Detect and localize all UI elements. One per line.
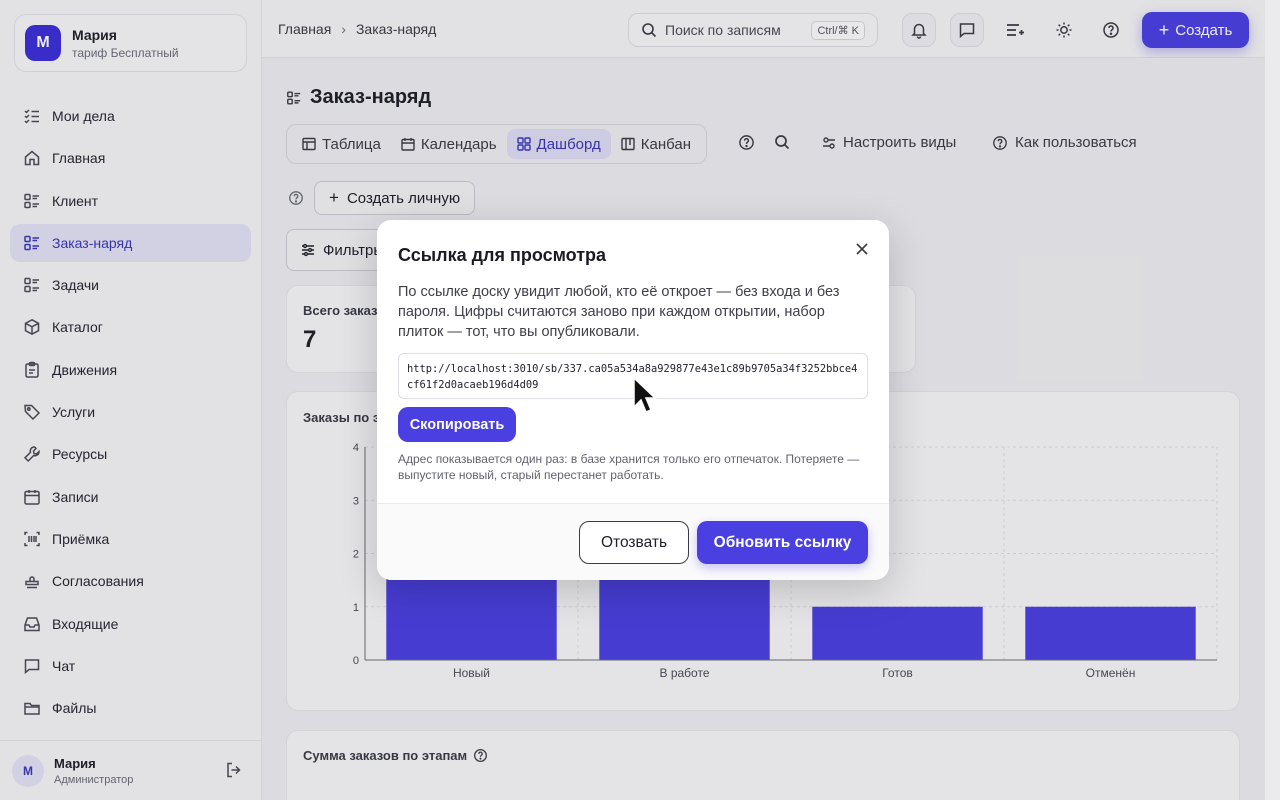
mouse-cursor-icon — [633, 377, 657, 413]
dialog-title: Ссылка для просмотра — [398, 245, 607, 265]
dialog-note: Адрес показывается один раз: в базе хран… — [398, 452, 860, 482]
copy-button[interactable]: Скопировать — [398, 407, 516, 442]
close-icon[interactable] — [855, 242, 869, 256]
refresh-link-button[interactable]: Обновить ссылку — [697, 521, 868, 564]
dialog-footer: Отозвать Обновить ссылку — [377, 503, 889, 580]
revoke-button[interactable]: Отозвать — [579, 521, 689, 564]
dialog-description: По ссылке доску увидит любой, кто её отк… — [398, 284, 840, 340]
